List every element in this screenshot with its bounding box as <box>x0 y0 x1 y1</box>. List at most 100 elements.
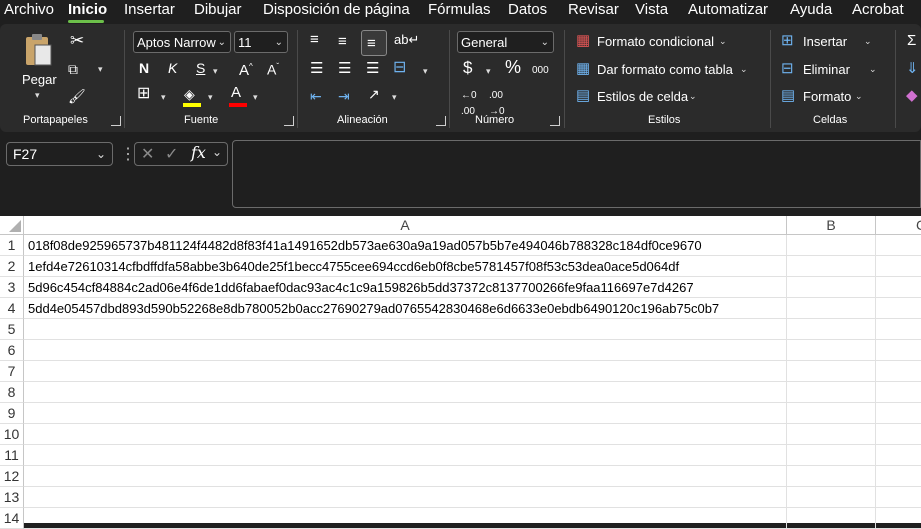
menu-automatizar[interactable]: Automatizar <box>688 0 768 22</box>
chevron-down-icon[interactable]: ▾ <box>98 64 103 75</box>
italic-button[interactable]: K <box>168 60 177 76</box>
column-header-c[interactable]: C <box>876 216 921 235</box>
cell[interactable] <box>24 340 787 361</box>
cell[interactable] <box>876 319 921 340</box>
decrease-font-icon[interactable]: Aˇ <box>267 59 279 78</box>
formula-input[interactable] <box>232 140 921 208</box>
cell[interactable] <box>24 508 787 529</box>
format-as-table-button[interactable]: ▦ Dar formato como tabla ⌄ <box>576 61 766 79</box>
alignment-launcher-icon[interactable] <box>436 116 446 126</box>
cell[interactable] <box>876 298 921 319</box>
row-header[interactable]: 3 <box>0 277 24 298</box>
cell[interactable] <box>24 466 787 487</box>
cell[interactable] <box>787 466 876 487</box>
menu-dibujar[interactable]: Dibujar <box>194 0 242 22</box>
cell[interactable] <box>876 382 921 403</box>
format-cells-button[interactable]: ▤ Formato ⌄ <box>781 88 876 106</box>
cell[interactable] <box>24 424 787 445</box>
cell[interactable] <box>787 256 876 277</box>
format-painter-icon[interactable]: 🖌 <box>68 88 86 104</box>
align-bottom-button[interactable]: ≡ <box>361 30 387 56</box>
cell[interactable] <box>876 403 921 424</box>
column-header-a[interactable]: A <box>24 216 787 235</box>
orientation-icon[interactable]: ↗ <box>368 86 380 102</box>
autosum-icon[interactable]: Σ <box>907 33 916 49</box>
cell[interactable] <box>787 445 876 466</box>
chevron-down-icon[interactable]: ▾ <box>213 66 218 77</box>
cell[interactable] <box>787 277 876 298</box>
cell[interactable] <box>876 424 921 445</box>
cell[interactable] <box>24 403 787 424</box>
insert-cells-button[interactable]: ⊞ Insertar ⌄ <box>781 33 876 51</box>
cell[interactable] <box>787 508 876 529</box>
fill-color-button[interactable]: ◈ <box>182 86 204 108</box>
cell[interactable] <box>787 319 876 340</box>
increase-indent-icon[interactable]: ⇥ <box>338 88 350 104</box>
cell[interactable] <box>876 361 921 382</box>
align-center-icon[interactable]: ☰ <box>338 61 351 77</box>
menu-inicio[interactable]: Inicio <box>68 0 107 22</box>
align-middle-icon[interactable]: ≡ <box>338 34 347 50</box>
cell[interactable] <box>787 487 876 508</box>
percent-icon[interactable]: % <box>505 58 521 76</box>
row-header[interactable]: 9 <box>0 403 24 424</box>
cell[interactable] <box>876 340 921 361</box>
cell[interactable] <box>787 403 876 424</box>
thousands-separator-icon[interactable]: 000 <box>532 63 549 79</box>
row-header[interactable]: 14 <box>0 508 24 529</box>
cancel-icon[interactable]: ✕ <box>141 144 154 164</box>
row-header[interactable]: 4 <box>0 298 24 319</box>
align-left-icon[interactable]: ☰ <box>310 61 323 77</box>
select-all-corner[interactable] <box>0 216 24 235</box>
row-header[interactable]: 2 <box>0 256 24 277</box>
menu-archivo[interactable]: Archivo <box>4 0 54 22</box>
cell[interactable] <box>787 340 876 361</box>
clear-icon[interactable]: ◆ <box>906 88 918 104</box>
cell-styles-button[interactable]: ▤ Estilos de celda ⌄ <box>576 88 766 106</box>
column-header-b[interactable]: B <box>787 216 876 235</box>
underline-button[interactable]: S <box>196 60 205 76</box>
cell[interactable] <box>876 487 921 508</box>
cell[interactable]: 5d96c454cf84884c2ad06e4f6de1dd6fabaef0da… <box>24 277 787 298</box>
cell[interactable]: 1efd4e72610314cfbdffdfa58abbe3b640de25f1… <box>24 256 787 277</box>
menu-acrobat[interactable]: Acrobat <box>852 0 904 22</box>
menu-disposicion[interactable]: Disposición de página <box>263 0 410 22</box>
cell[interactable] <box>787 424 876 445</box>
cell[interactable] <box>24 361 787 382</box>
paste-button[interactable]: Pegar ▾ <box>18 32 60 102</box>
chevron-down-icon[interactable]: ▾ <box>486 66 491 77</box>
name-box[interactable]: F27 ⌄ <box>6 142 113 166</box>
insert-function-icon[interactable]: fx <box>191 143 206 162</box>
enter-icon[interactable]: ✓ <box>165 144 178 164</box>
cell[interactable]: 018f08de925965737b481124f4482d8f83f41a14… <box>24 235 787 256</box>
font-name-combo[interactable]: Aptos Narrow ⌄ <box>133 31 231 53</box>
menu-insertar[interactable]: Insertar <box>124 0 175 22</box>
decrease-indent-icon[interactable]: ⇤ <box>310 88 322 104</box>
cell[interactable] <box>876 277 921 298</box>
cell[interactable] <box>876 445 921 466</box>
fill-down-icon[interactable]: ⇓ <box>906 61 919 77</box>
cut-icon[interactable]: ✂ <box>70 32 84 49</box>
chevron-down-icon[interactable]: ▾ <box>208 92 213 103</box>
chevron-down-icon[interactable]: ⌄ <box>212 145 222 159</box>
cell[interactable] <box>876 235 921 256</box>
merge-center-icon[interactable]: ⊟ <box>393 60 406 76</box>
cell[interactable] <box>876 466 921 487</box>
clipboard-launcher-icon[interactable] <box>111 116 121 126</box>
align-right-icon[interactable]: ☰ <box>366 61 379 77</box>
cell[interactable] <box>876 508 921 529</box>
bold-button[interactable]: N <box>139 60 149 76</box>
number-launcher-icon[interactable] <box>550 116 560 126</box>
cell[interactable] <box>787 235 876 256</box>
menu-vista[interactable]: Vista <box>635 0 668 22</box>
cell[interactable] <box>787 298 876 319</box>
chevron-down-icon[interactable]: ▾ <box>253 92 258 103</box>
row-header[interactable]: 1 <box>0 235 24 256</box>
row-header[interactable]: 7 <box>0 361 24 382</box>
cell[interactable] <box>24 319 787 340</box>
row-header[interactable]: 6 <box>0 340 24 361</box>
font-launcher-icon[interactable] <box>284 116 294 126</box>
cell[interactable]: 5dd4e05457dbd893d590b52268e8db780052b0ac… <box>24 298 787 319</box>
row-header[interactable]: 13 <box>0 487 24 508</box>
row-header[interactable]: 5 <box>0 319 24 340</box>
